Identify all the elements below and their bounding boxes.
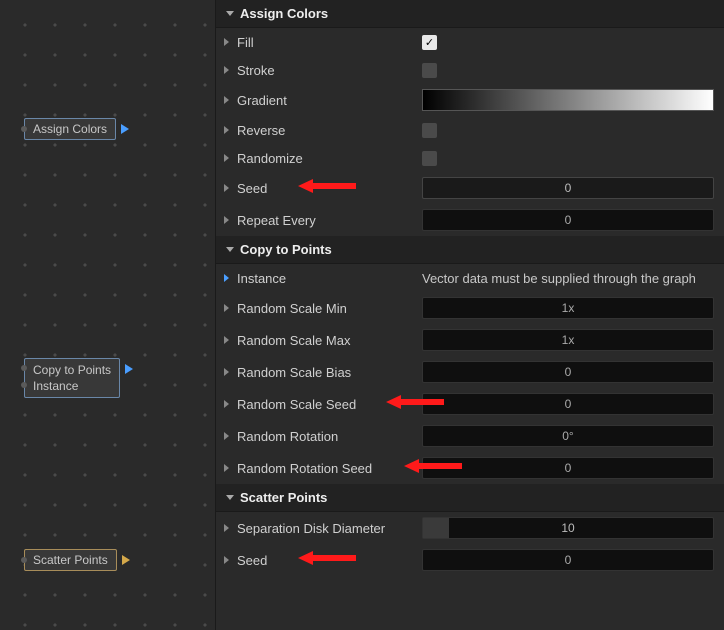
expand-icon[interactable] [224,184,229,192]
expand-icon[interactable] [224,126,229,134]
expand-icon[interactable] [224,154,229,162]
prop-random-scale-seed: Random Scale Seed 0 [216,388,724,420]
node-scatter-points[interactable]: Scatter Points [24,549,117,571]
expand-icon[interactable] [224,556,229,564]
randomize-checkbox[interactable] [422,151,437,166]
expand-icon[interactable] [224,368,229,376]
input-port-icon[interactable] [21,126,27,132]
prop-repeat-every: Repeat Every 0 [216,204,724,236]
section-header-copy-to-points[interactable]: Copy to Points [216,236,724,264]
prop-label: Random Rotation [237,429,422,444]
node-graph-panel[interactable]: Assign Colors Copy to Points Instance Sc… [0,0,215,630]
expand-icon[interactable] [224,38,229,46]
prop-label: Reverse [237,123,422,138]
separation-slider[interactable]: 10 [422,517,714,539]
expand-icon[interactable] [224,216,229,224]
prop-label: Random Scale Min [237,301,422,316]
prop-instance: Instance Vector data must be supplied th… [216,264,724,292]
prop-randomize: Randomize [216,144,724,172]
seed-input[interactable]: 0 [422,177,714,199]
chevron-down-icon [226,11,234,16]
prop-label: Random Rotation Seed [237,461,422,476]
output-port-icon[interactable] [121,124,129,134]
prop-label: Stroke [237,63,422,78]
random-scale-seed-input[interactable]: 0 [422,393,714,415]
expand-icon[interactable] [224,304,229,312]
chevron-down-icon [226,247,234,252]
prop-random-scale-max: Random Scale Max 1x [216,324,724,356]
expand-icon[interactable] [224,66,229,74]
prop-label: Repeat Every [237,213,422,228]
prop-seed-assign: Seed 0 [216,172,724,204]
prop-label: Random Scale Bias [237,365,422,380]
prop-random-scale-min: Random Scale Min 1x [216,292,724,324]
node-label: Copy to Points [33,362,111,378]
instance-info: Vector data must be supplied through the… [422,271,696,286]
prop-seed-scatter: Seed 0 [216,544,724,576]
expand-icon[interactable] [224,96,229,104]
prop-separation-disk: Separation Disk Diameter 10 [216,512,724,544]
fill-checkbox[interactable]: ✓ [422,35,437,50]
node-sublabel: Instance [33,378,111,394]
prop-random-scale-bias: Random Scale Bias 0 [216,356,724,388]
prop-gradient: Gradient [216,84,724,116]
expand-icon[interactable] [224,464,229,472]
expand-icon[interactable] [224,274,229,282]
output-port-icon[interactable] [125,364,133,374]
section-header-assign-colors[interactable]: Assign Colors [216,0,724,28]
node-assign-colors[interactable]: Assign Colors [24,118,116,140]
input-port-icon[interactable] [21,365,27,371]
node-copy-to-points[interactable]: Copy to Points Instance [24,358,120,398]
seed-input[interactable]: 0 [422,549,714,571]
prop-label: Random Scale Max [237,333,422,348]
output-port-icon[interactable] [122,555,130,565]
reverse-checkbox[interactable] [422,123,437,138]
gradient-input[interactable] [422,89,714,111]
prop-label: Seed [237,553,422,568]
prop-random-rotation: Random Rotation 0° [216,420,724,452]
prop-label: Fill [237,35,422,50]
section-header-scatter-points[interactable]: Scatter Points [216,484,724,512]
prop-label: Randomize [237,151,422,166]
prop-reverse: Reverse [216,116,724,144]
chevron-down-icon [226,495,234,500]
stroke-checkbox[interactable] [422,63,437,78]
section-title: Assign Colors [240,6,328,21]
input-port-icon[interactable] [21,557,27,563]
expand-icon[interactable] [224,432,229,440]
input-port-icon[interactable] [21,382,27,388]
random-scale-min-input[interactable]: 1x [422,297,714,319]
random-rotation-seed-input[interactable]: 0 [422,457,714,479]
prop-label: Random Scale Seed [237,397,422,412]
node-label: Assign Colors [33,122,107,136]
prop-random-rotation-seed: Random Rotation Seed 0 [216,452,724,484]
random-rotation-input[interactable]: 0° [422,425,714,447]
section-title: Copy to Points [240,242,332,257]
prop-stroke: Stroke [216,56,724,84]
random-scale-bias-input[interactable]: 0 [422,361,714,383]
random-scale-max-input[interactable]: 1x [422,329,714,351]
prop-label: Instance [237,271,422,286]
prop-fill: Fill ✓ [216,28,724,56]
node-label: Scatter Points [33,553,108,567]
prop-label: Seed [237,181,422,196]
prop-label: Gradient [237,93,422,108]
expand-icon[interactable] [224,336,229,344]
prop-label: Separation Disk Diameter [237,521,422,536]
repeat-every-input[interactable]: 0 [422,209,714,231]
expand-icon[interactable] [224,524,229,532]
expand-icon[interactable] [224,400,229,408]
properties-panel[interactable]: Assign Colors Fill ✓ Stroke Gradient Rev… [215,0,724,630]
section-title: Scatter Points [240,490,327,505]
dot-grid-background [0,0,215,630]
